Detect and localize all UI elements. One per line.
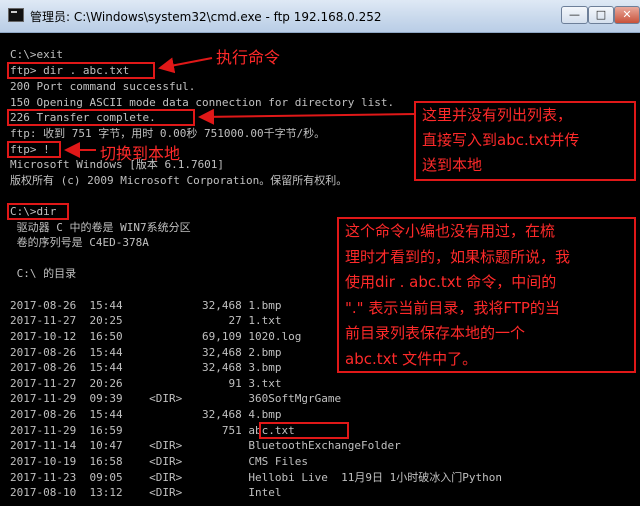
- highlight-abc-txt: [259, 422, 349, 439]
- console-line: 200 Port command successful.: [10, 80, 196, 93]
- dir-row: 2017-08-26 15:44 32,468 3.bmp: [10, 361, 282, 374]
- console-line: C:\>exit: [10, 48, 63, 61]
- cmd-window: 管理员: C:\Windows\system32\cmd.exe - ftp 1…: [0, 0, 640, 506]
- close-button[interactable]: ✕: [614, 6, 640, 24]
- console-line: 版权所有 (c) 2009 Microsoft Corporation。保留所有…: [10, 174, 348, 187]
- console-line: 150 Opening ASCII mode data connection f…: [10, 96, 395, 109]
- dir-row: 2017-08-10 13:12 <DIR> Intel: [10, 486, 282, 499]
- cmd-app-icon[interactable]: [8, 8, 24, 22]
- callout-no-listing: 这里并没有列出列表， 直接写入到abc.txt并传 送到本地: [414, 101, 636, 181]
- annotation-switch-local: 切换到本地: [100, 144, 181, 163]
- title-bar[interactable]: 管理员: C:\Windows\system32\cmd.exe - ftp 1…: [0, 0, 640, 33]
- highlight-bang-command: [7, 141, 61, 158]
- minimize-button[interactable]: —: [561, 6, 588, 24]
- dir-row: 2017-11-14 10:47 <DIR> BluetoothExchange…: [10, 439, 401, 452]
- dir-row: 2017-11-23 09:05 <DIR> Hellobi Live 11月9…: [10, 471, 502, 484]
- console-line: C:\ 的目录: [10, 267, 77, 280]
- dir-row: 2017-08-26 15:44 32,468 4.bmp: [10, 408, 282, 421]
- annotation-execute-command: 执行命令: [216, 48, 281, 67]
- console-line: 驱动器 C 中的卷是 WIN7系统分区: [10, 221, 191, 234]
- maximize-button[interactable]: □: [588, 6, 614, 24]
- dir-row: 2017-10-19 16:58 <DIR> CMS Files: [10, 455, 309, 468]
- console-line: ftp: 收到 751 字节，用时 0.00秒 751000.00千字节/秒。: [10, 127, 326, 140]
- dir-row: 2017-11-27 20:26 91 3.txt: [10, 377, 282, 390]
- console-line: 卷的序列号是 C4ED-378A: [10, 236, 149, 249]
- dir-row: 2017-11-29 16:59 751 abc.txt: [10, 424, 295, 437]
- dir-row: 2017-11-29 09:39 <DIR> 360SoftMgrGame: [10, 392, 342, 405]
- highlight-dir-local: [7, 203, 69, 220]
- dir-row: 2017-11-27 20:25 27 1.txt: [10, 314, 282, 327]
- highlight-dir-command: [7, 62, 155, 79]
- dir-row: 2017-10-12 16:50 69,109 1020.log: [10, 330, 302, 343]
- callout-explanation: 这个命令小编也没有用过，在梳 理时才看到的，如果标题所说，我 使用dir . a…: [337, 217, 636, 373]
- window-title: 管理员: C:\Windows\system32\cmd.exe - ftp 1…: [30, 10, 382, 24]
- dir-row: 2017-08-26 15:44 32,468 1.bmp: [10, 299, 282, 312]
- highlight-transfer-complete: [7, 109, 195, 126]
- dir-row: 2017-08-26 15:44 32,468 2.bmp: [10, 346, 282, 359]
